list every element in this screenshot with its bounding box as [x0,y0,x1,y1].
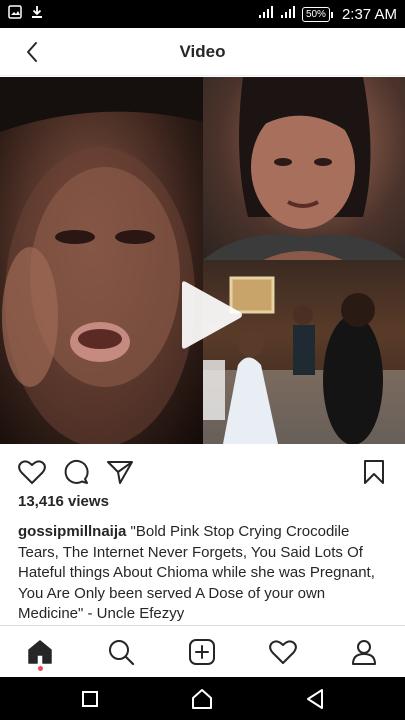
download-icon [30,5,44,23]
media-tile-left [0,77,203,444]
like-button[interactable] [16,456,48,488]
view-count[interactable]: 13,416 views [18,493,109,510]
status-bar: 50% 2:37 AM [0,0,405,28]
status-right: 50% 2:37 AM [258,5,397,23]
share-button[interactable] [104,456,136,488]
caption-username[interactable]: gossipmillnaija [18,523,126,540]
nav-search[interactable] [105,636,137,668]
clock: 2:37 AM [341,5,397,23]
profile-icon [352,640,376,665]
status-left [8,5,44,23]
play-button[interactable] [174,280,244,350]
bottom-nav [0,625,405,677]
media-tile-top-right [203,77,405,260]
play-icon [182,281,242,349]
share-icon [107,461,133,484]
nav-activity[interactable] [267,636,299,668]
add-icon [189,639,215,665]
chevron-left-icon [27,42,37,62]
home-icon [192,689,212,709]
back-icon [307,689,323,709]
comment-button[interactable] [60,456,92,488]
signal-icon [280,5,296,23]
heart-icon [269,640,297,664]
heart-icon [18,460,46,484]
post-caption: gossipmillnaija "Bold Pink Stop Crying C… [18,522,390,625]
header: Video [0,28,405,76]
recents-button[interactable] [78,687,102,711]
post-media[interactable] [0,77,405,444]
system-nav [0,677,405,720]
system-back-button[interactable] [303,687,327,711]
back-button[interactable] [18,38,46,66]
nav-profile[interactable] [348,636,380,668]
nav-home[interactable] [24,636,56,668]
page-title: Video [179,41,226,61]
recents-icon [82,691,98,707]
system-home-button[interactable] [190,687,214,711]
image-icon [8,5,22,23]
nav-add[interactable] [186,636,218,668]
notification-dot [38,666,43,671]
comment-icon [64,459,89,484]
search-icon [109,640,135,666]
bookmark-button[interactable] [358,456,390,488]
post-actions [0,452,405,492]
battery-icon: 50% [301,6,333,22]
bookmark-icon [364,460,384,484]
signal-icon [258,5,274,23]
home-icon [28,640,52,664]
